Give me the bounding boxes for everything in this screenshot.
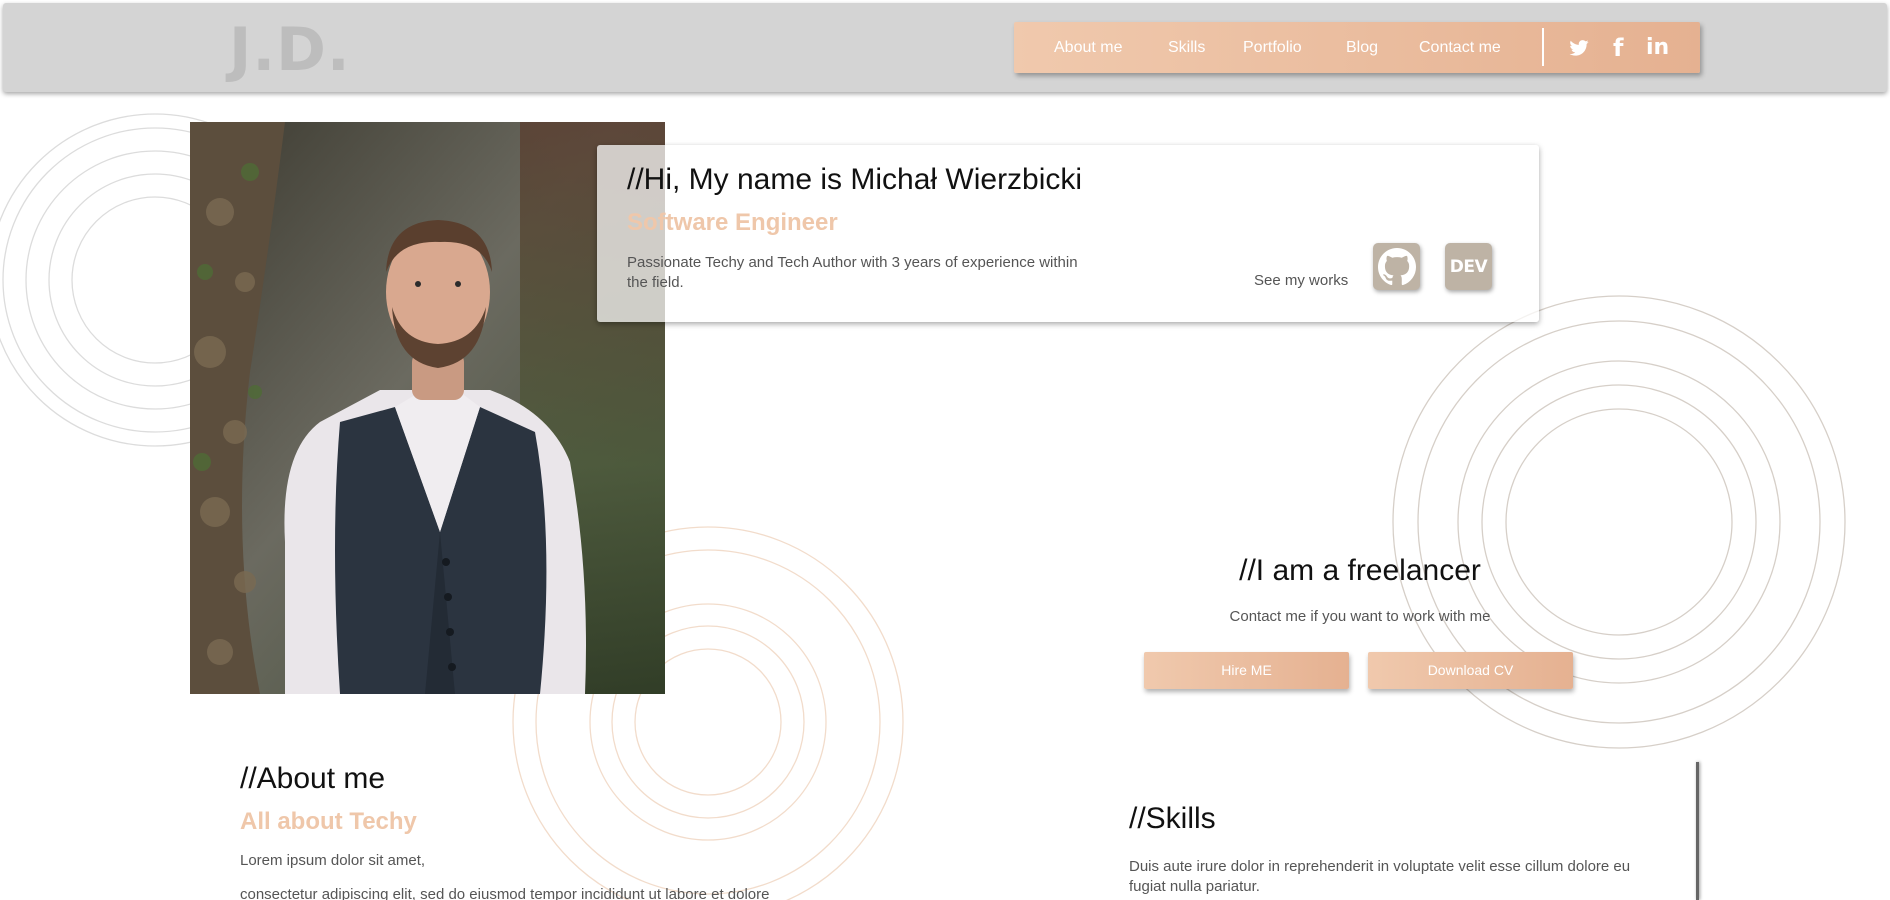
skills-title: //Skills	[1129, 802, 1216, 835]
profile-photo-illustration	[190, 122, 665, 694]
twitter-icon[interactable]	[1569, 22, 1589, 73]
about-paragraph-1: Lorem ipsum dolor sit amet,	[240, 852, 426, 869]
nav-divider	[1542, 28, 1544, 66]
intro-description: Passionate Techy and Tech Author with 3 …	[627, 254, 1078, 291]
dev-icon[interactable]: DEV	[1445, 243, 1492, 290]
intro-subtitle: Software Engineer	[627, 209, 838, 236]
skills-accent-line	[1696, 762, 1699, 900]
intro-title: //Hi, My name is Michał Wierzbicki	[627, 163, 1083, 196]
site-logo[interactable]: J.D.	[229, 15, 351, 85]
page: J.D. About me Skills Portfolio Blog Cont…	[0, 0, 1890, 900]
about-paragraph-2: consectetur adipiscing elit, sed do eius…	[240, 886, 770, 900]
nav-blog[interactable]: Blog	[1346, 22, 1378, 73]
site-header: J.D. About me Skills Portfolio Blog Cont…	[3, 3, 1887, 92]
nav-portfolio[interactable]: Portfolio	[1243, 22, 1302, 73]
about-title: //About me	[240, 762, 386, 795]
intro-card: //Hi, My name is Michał Wierzbicki Softw…	[597, 145, 1539, 322]
facebook-icon[interactable]: f	[1613, 22, 1623, 73]
linkedin-icon[interactable]: in	[1646, 22, 1669, 73]
freelance-title: //I am a freelancer	[1239, 554, 1481, 587]
freelance-description: Contact me if you want to work with me	[1229, 608, 1491, 625]
main-nav: About me Skills Portfolio Blog Contact m…	[1014, 22, 1700, 73]
nav-skills[interactable]: Skills	[1168, 22, 1205, 73]
about-subtitle: All about Techy	[240, 808, 417, 835]
skills-description: Duis aute irure dolor in reprehenderit i…	[1129, 858, 1631, 895]
profile-photo	[190, 122, 665, 694]
download-cv-button[interactable]: Download CV	[1368, 652, 1573, 689]
see-works-label: See my works	[1254, 272, 1349, 289]
nav-about-me[interactable]: About me	[1054, 22, 1122, 73]
github-icon[interactable]	[1373, 243, 1420, 290]
dev-icon-label: DEV	[1449, 256, 1488, 277]
nav-contact-me[interactable]: Contact me	[1419, 22, 1501, 73]
hire-me-button[interactable]: Hire ME	[1144, 652, 1349, 689]
